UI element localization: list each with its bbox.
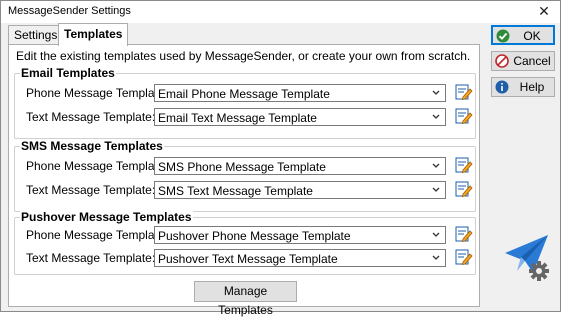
cancel-icon [495, 54, 509, 68]
sms-text-template-select[interactable]: SMS Text Message Template [154, 181, 446, 199]
row-label: Phone Message Template: [26, 159, 168, 173]
group-title-sms: SMS Message Templates [20, 139, 164, 153]
select-value: SMS Text Message Template [158, 184, 313, 198]
tab-templates[interactable]: Templates [58, 23, 129, 46]
edit-template-icon[interactable] [455, 156, 473, 174]
select-value: Pushover Text Message Template [158, 252, 338, 266]
ok-button[interactable]: OK [491, 25, 555, 45]
window-title: MessageSender Settings [8, 5, 131, 17]
check-icon [496, 29, 510, 43]
edit-template-icon[interactable] [455, 225, 473, 243]
edit-template-icon[interactable] [455, 83, 473, 101]
info-icon [495, 80, 509, 94]
sms-phone-template-select[interactable]: SMS Phone Message Template [154, 157, 446, 175]
chevron-down-icon [432, 187, 440, 192]
row-label: Text Message Template: [26, 251, 156, 265]
close-button[interactable]: ✕ [536, 3, 552, 19]
select-value: Pushover Phone Message Template [158, 229, 351, 243]
chevron-down-icon [432, 255, 440, 260]
edit-template-icon[interactable] [455, 248, 473, 266]
chevron-down-icon [432, 90, 440, 95]
row-label: Text Message Template: [26, 110, 156, 124]
select-value: Email Phone Message Template [158, 87, 330, 101]
pushover-text-template-select[interactable]: Pushover Text Message Template [154, 249, 446, 267]
select-value: SMS Phone Message Template [158, 160, 326, 174]
templates-panel: Edit the existing templates used by Mess… [8, 44, 480, 317]
chevron-down-icon [432, 232, 440, 237]
edit-template-icon[interactable] [455, 107, 473, 125]
ok-label: OK [523, 29, 541, 43]
email-text-template-select[interactable]: Email Text Message Template [154, 108, 446, 126]
select-value: Email Text Message Template [158, 111, 317, 125]
intro-text: Edit the existing templates used by Mess… [16, 49, 471, 63]
tab-settings[interactable]: Settings [8, 25, 64, 45]
email-phone-template-select[interactable]: Email Phone Message Template [154, 84, 446, 102]
paper-plane-gear-icon [505, 235, 549, 281]
pushover-templates-group: Pushover Message Templates Phone Message… [14, 210, 476, 275]
cancel-label: Cancel [513, 54, 551, 68]
chevron-down-icon [432, 163, 440, 168]
group-title-email: Email Templates [20, 66, 116, 80]
chevron-down-icon [432, 114, 440, 119]
help-button[interactable]: Help [491, 77, 555, 97]
title-bar: MessageSender Settings ✕ [1, 1, 560, 23]
email-templates-group: Email Templates Phone Message Template: … [14, 66, 476, 139]
settings-window: MessageSender Settings ✕ Settings Templa… [0, 0, 561, 317]
pushover-phone-template-select[interactable]: Pushover Phone Message Template [154, 226, 446, 244]
group-title-pushover: Pushover Message Templates [20, 210, 193, 224]
row-label: Phone Message Template: [26, 228, 168, 242]
row-label: Phone Message Template: [26, 86, 168, 100]
help-label: Help [519, 80, 545, 94]
row-label: Text Message Template: [26, 183, 156, 197]
edit-template-icon[interactable] [455, 180, 473, 198]
sms-templates-group: SMS Message Templates Phone Message Temp… [14, 139, 476, 212]
manage-templates-button[interactable]: Manage Templates [194, 281, 297, 317]
cancel-button[interactable]: Cancel [491, 51, 555, 71]
